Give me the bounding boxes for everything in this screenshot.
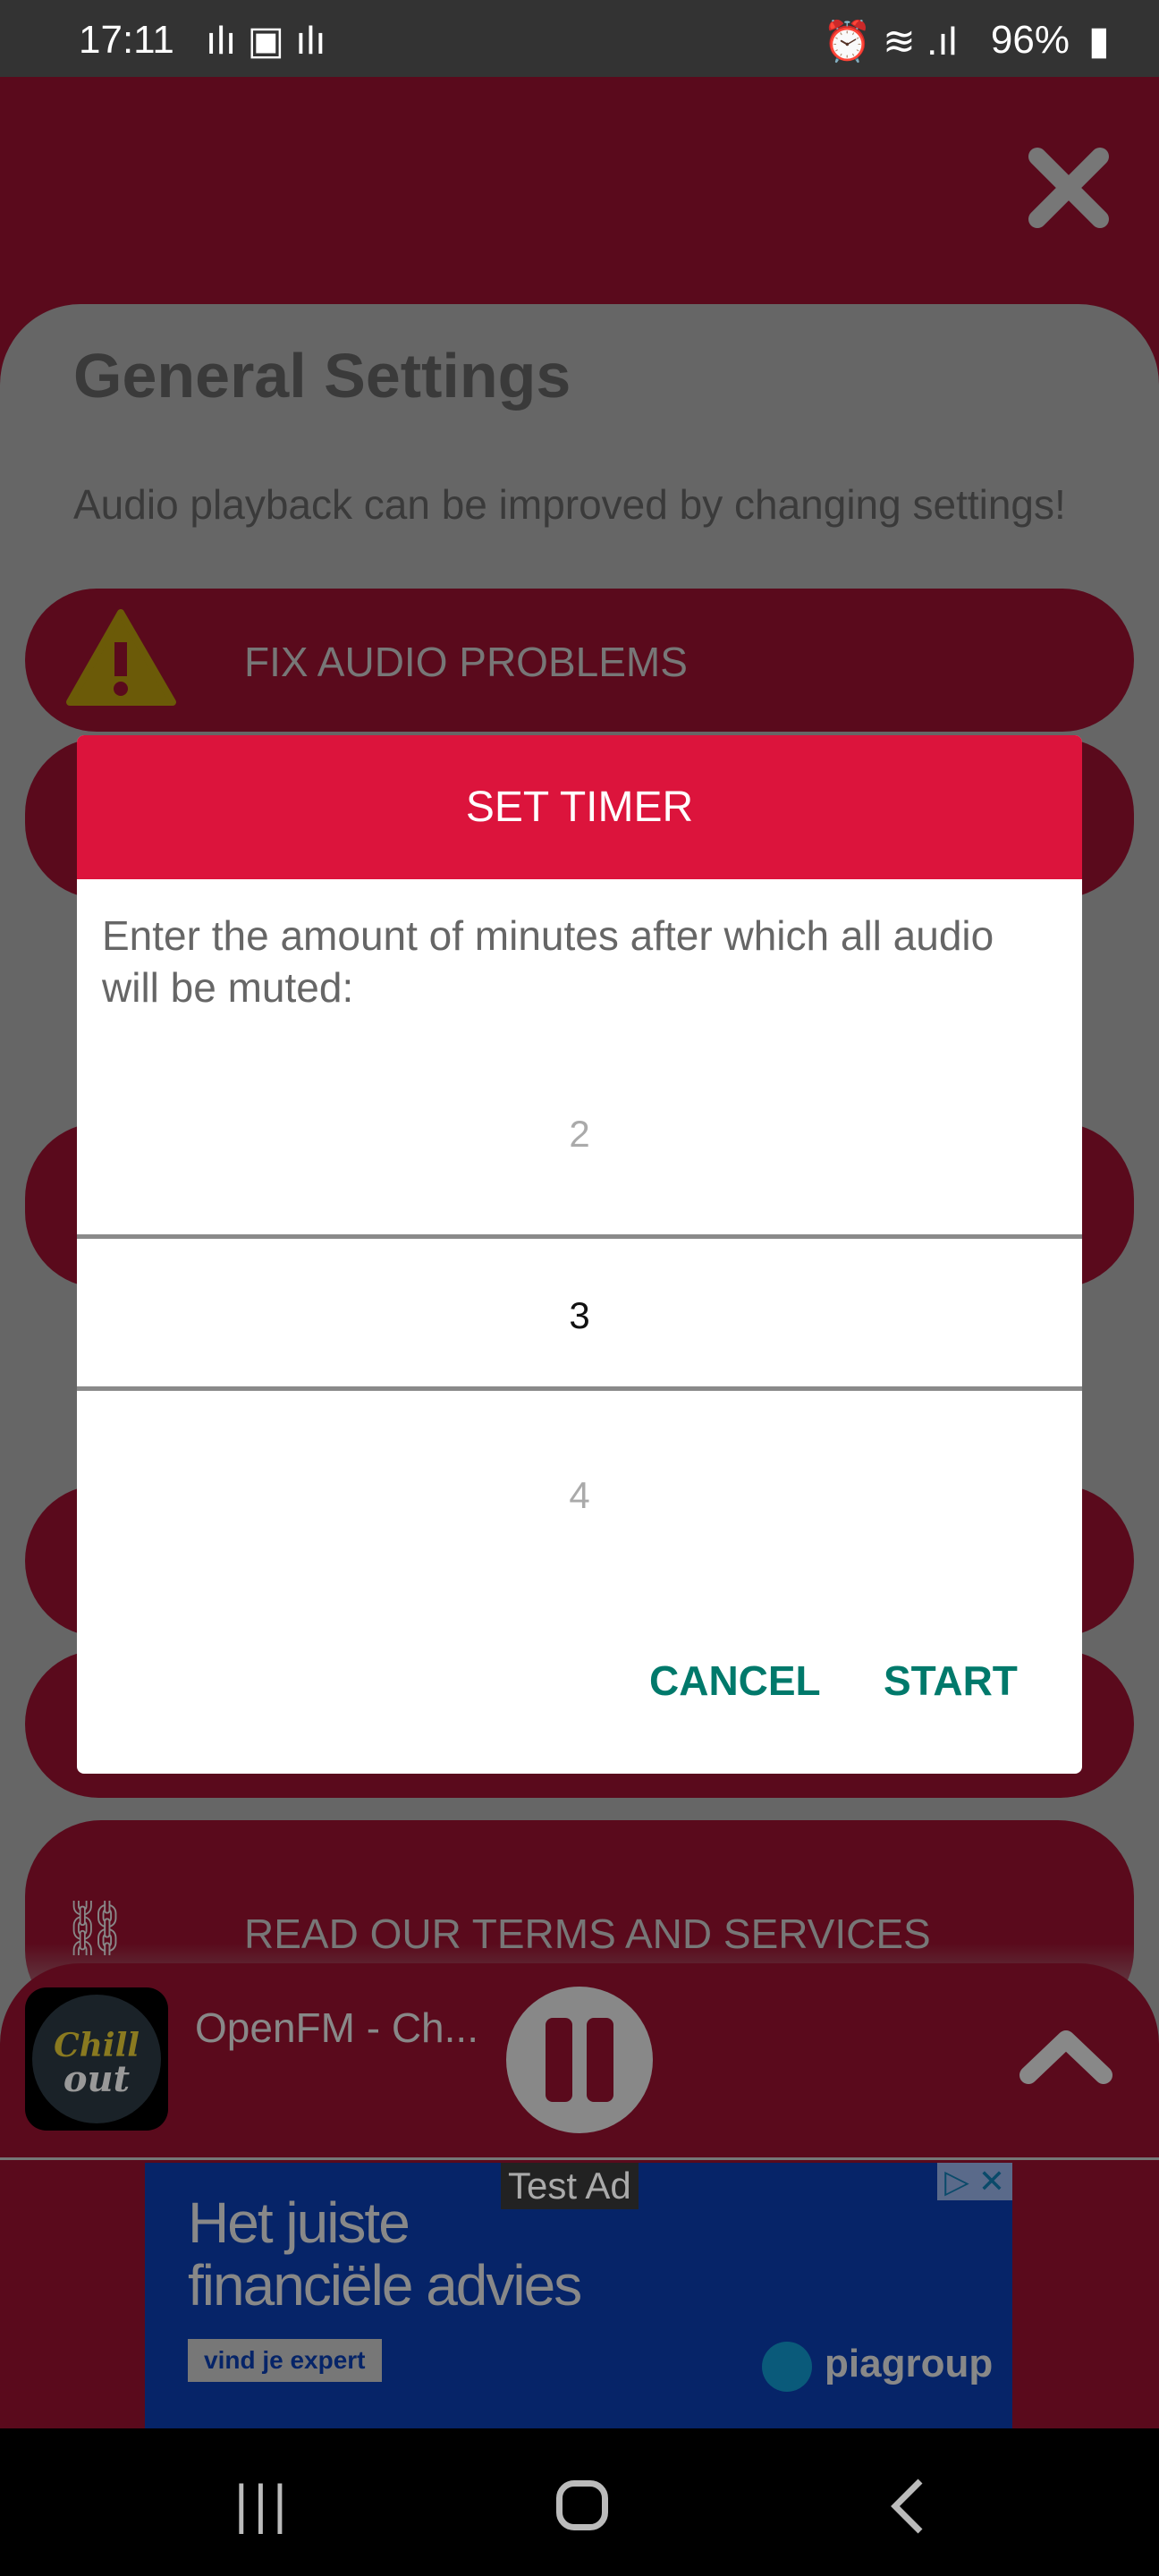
battery-level: 96% [990, 18, 1070, 62]
warning-icon [66, 609, 176, 706]
page-subtitle: Audio playback can be improved by changi… [73, 481, 1066, 528]
home-icon[interactable] [556, 2480, 608, 2530]
ad-choices-close-icon[interactable]: ▷ ✕ [937, 2163, 1012, 2200]
pause-icon[interactable] [506, 1987, 653, 2133]
start-button[interactable]: START [884, 1657, 1018, 1705]
cancel-button[interactable]: CANCEL [649, 1657, 821, 1705]
dialog-title: SET TIMER [77, 735, 1082, 879]
ad-label: Test Ad [501, 2163, 639, 2209]
close-icon[interactable] [1024, 143, 1113, 233]
picker-divider [77, 1234, 1082, 1239]
chevron-up-icon[interactable] [1019, 2026, 1112, 2089]
ad-cta-button[interactable]: vind je expert [188, 2339, 382, 2382]
ad-headline: Het juiste [188, 2190, 410, 2255]
mini-player[interactable]: Chill out OpenFM - Ch... [0, 1963, 1159, 2160]
handshake-icon: ⛓ [61, 1898, 130, 1958]
picker-previous[interactable]: 2 [77, 1113, 1082, 1156]
dialog-message: Enter the amount of minutes after which … [102, 912, 994, 1011]
fix-audio-button[interactable]: FIX AUDIO PROBLEMS [25, 589, 1134, 732]
station-logo: Chill out [25, 1987, 168, 2131]
logo-text-out: out [63, 2058, 131, 2100]
battery-charging-icon: ▮ [1087, 19, 1110, 63]
set-timer-dialog: SET TIMER Enter the amount of minutes af… [77, 735, 1082, 1774]
fix-audio-label: FIX AUDIO PROBLEMS [244, 639, 688, 685]
page-title: General Settings [73, 341, 571, 411]
navigation-bar: ||| [0, 2428, 1159, 2576]
picker-next[interactable]: 4 [77, 1474, 1082, 1517]
picker-divider [77, 1386, 1082, 1391]
status-bar: 17:11 ılı ▣ ılı ⏰ ≋ .ıl 96% ▮ [0, 0, 1159, 77]
status-time: 17:11 [79, 18, 174, 62]
back-icon[interactable] [890, 2478, 926, 2535]
alarm-wifi-signal-icons: ⏰ ≋ .ıl [823, 20, 958, 64]
notification-icons: ılı ▣ ılı [206, 19, 326, 63]
station-name: OpenFM - Ch... [195, 2004, 478, 2051]
recents-icon[interactable]: ||| [234, 2473, 292, 2535]
ad-brand: piagroup [825, 2342, 994, 2385]
ad-banner[interactable]: Test Ad ▷ ✕ Het juiste financiële advies… [145, 2163, 1012, 2428]
picker-selected[interactable]: 3 [77, 1294, 1082, 1337]
ad-brand-logo [762, 2342, 812, 2392]
ad-headline: financiële advies [188, 2253, 582, 2318]
terms-label: READ OUR TERMS AND SERVICES [244, 1911, 931, 1957]
